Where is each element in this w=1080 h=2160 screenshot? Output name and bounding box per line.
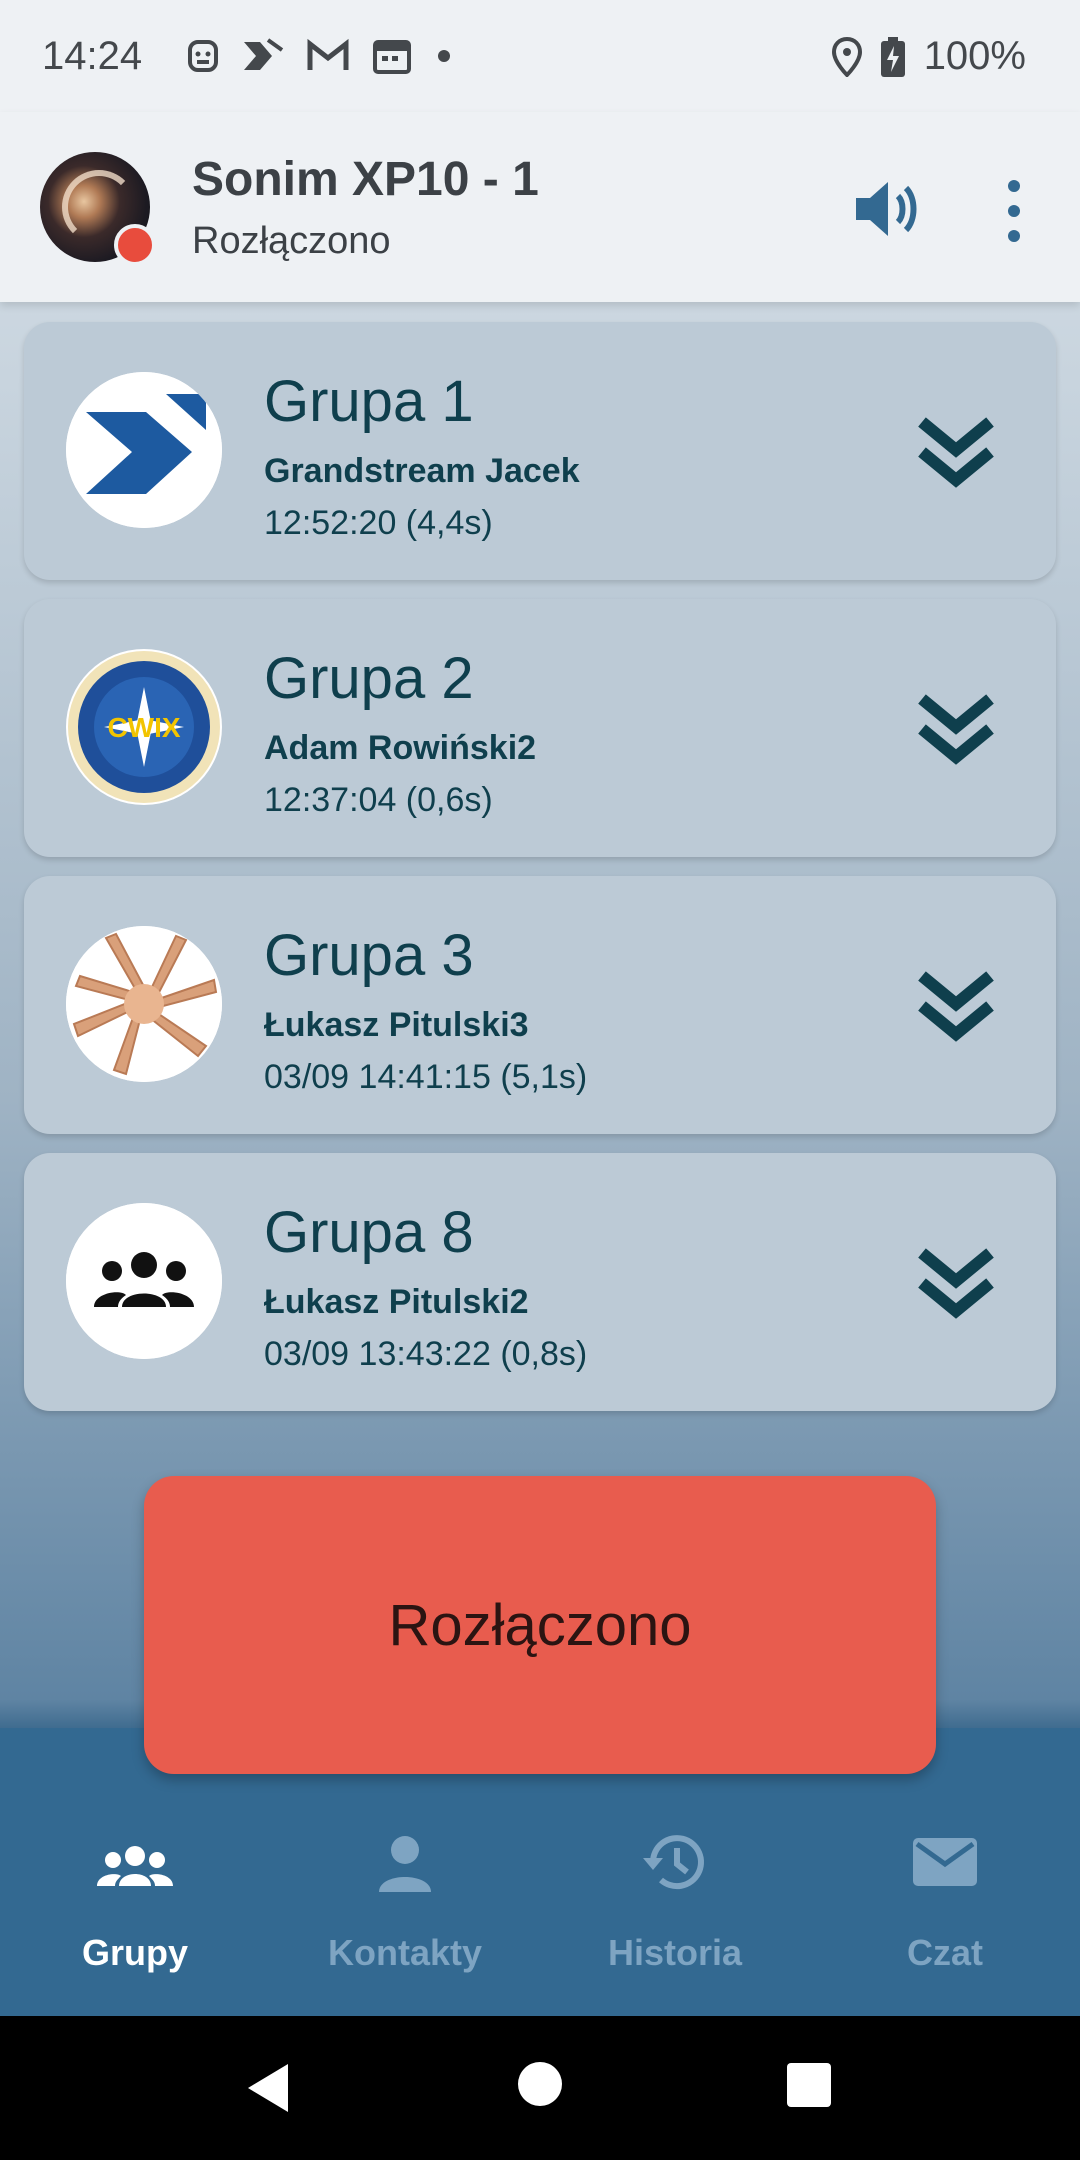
group-card[interactable]: CWIX Grupa 2 Adam Rowiński2 12:37:04 (0,…	[24, 599, 1056, 857]
mail-icon	[913, 1838, 977, 1886]
ptt-status-button[interactable]: Rozłączono	[144, 1476, 936, 1774]
last-caller: Adam Rowiński2	[264, 729, 537, 767]
location-icon	[831, 36, 862, 77]
notification-icons	[186, 36, 454, 76]
group-card[interactable]: Grupa 8 Łukasz Pitulski2 03/09 13:43:22 …	[24, 1153, 1056, 1411]
cwix-logo-text: CWIX	[107, 712, 180, 743]
home-icon[interactable]	[516, 2060, 564, 2108]
connection-status: Rozłączono	[192, 220, 391, 262]
last-call-time: 03/09 14:41:15 (5,1s)	[264, 1058, 588, 1096]
last-caller: Łukasz Pitulski2	[264, 1283, 529, 1321]
nav-label-chat: Czat	[906, 1932, 983, 1973]
battery-charging-icon	[880, 36, 905, 77]
person-icon	[379, 1836, 431, 1892]
recents-icon[interactable]	[786, 2062, 832, 2108]
nav-label-groups: Grupy	[81, 1932, 188, 1973]
group-name: Grupa 2	[264, 646, 474, 711]
group-name: Grupa 1	[264, 369, 474, 434]
gmail-icon	[307, 38, 349, 70]
device-name: Sonim XP10 - 1	[192, 153, 539, 206]
double-chevron-down-icon[interactable]	[916, 412, 996, 492]
group-card[interactable]: Grupa 1 Grandstream Jacek 12:52:20 (4,4s…	[24, 322, 1056, 580]
group-name: Grupa 3	[264, 923, 474, 988]
double-chevron-down-icon[interactable]	[916, 1243, 996, 1323]
battery-level: 100%	[923, 34, 1026, 78]
hands-photo-icon	[66, 926, 222, 1082]
last-call-time: 03/09 13:43:22 (0,8s)	[264, 1335, 588, 1373]
app-header: Sonim XP10 - 1 Rozłączono	[0, 112, 1080, 302]
nav-label-contacts: Kontakty	[327, 1932, 483, 1973]
arrow-logo-icon	[66, 372, 222, 528]
calendar-icon	[373, 40, 411, 74]
groups-icon	[97, 1846, 173, 1886]
arrow-icon	[244, 38, 284, 70]
group-card[interactable]: Grupa 3 Łukasz Pitulski3 03/09 14:41:15 …	[24, 876, 1056, 1134]
more-options-icon[interactable]	[996, 176, 1032, 246]
nav-label-history: Historia	[607, 1932, 743, 1973]
last-call-time: 12:37:04 (0,6s)	[264, 781, 493, 819]
history-icon	[643, 1835, 704, 1890]
status-right: 100%	[831, 34, 1026, 79]
cwix-logo-icon: CWIX	[66, 649, 222, 805]
group-name: Grupa 8	[264, 1200, 474, 1265]
people-icon	[66, 1203, 222, 1359]
connection-status-dot	[114, 224, 156, 266]
dot-icon	[438, 50, 450, 62]
back-icon[interactable]	[244, 2060, 294, 2116]
system-navigation-bar	[0, 2016, 1080, 2160]
last-caller: Grandstream Jacek	[264, 452, 580, 490]
android-head-icon	[188, 40, 218, 72]
last-caller: Łukasz Pitulski3	[264, 1006, 529, 1044]
double-chevron-down-icon[interactable]	[916, 689, 996, 769]
status-bar: 14:24 100%	[0, 0, 1080, 112]
volume-icon[interactable]	[852, 174, 922, 244]
last-call-time: 12:52:20 (4,4s)	[264, 504, 493, 542]
status-time: 14:24	[42, 34, 143, 78]
double-chevron-down-icon[interactable]	[916, 966, 996, 1046]
